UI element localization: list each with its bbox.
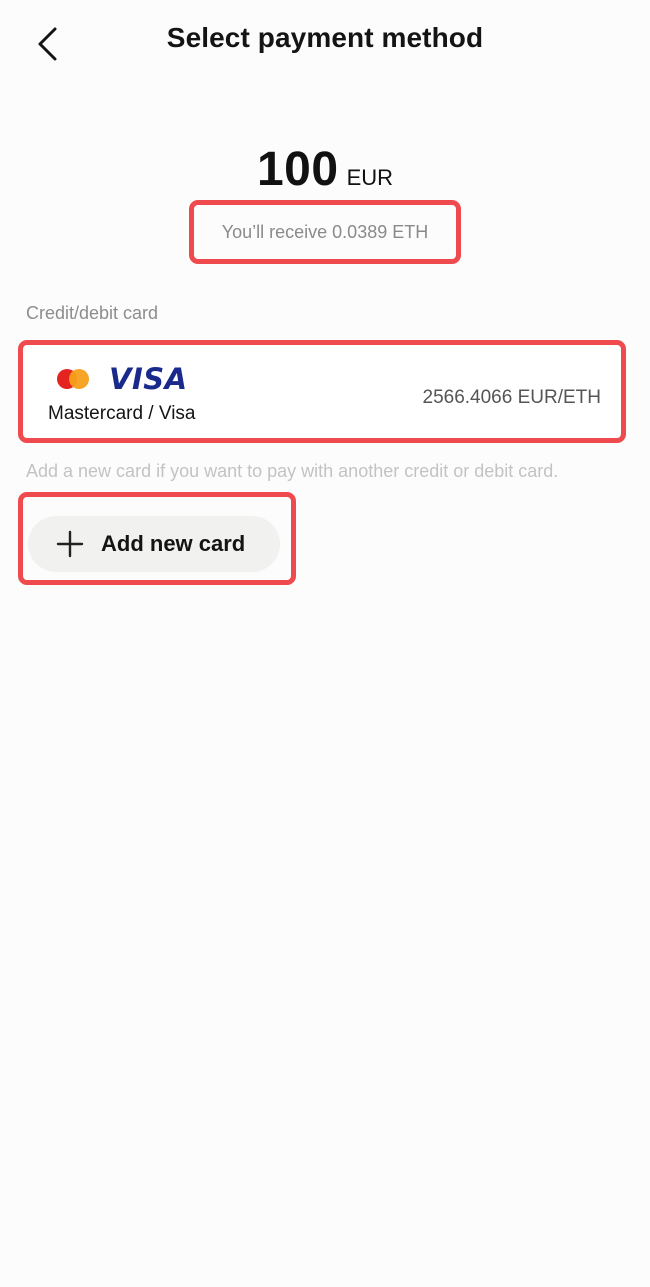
add-new-card-button[interactable]: Add new card [28, 516, 280, 572]
amount-value: 100 [256, 143, 339, 196]
amount-display: 100 EUR [0, 142, 650, 197]
page-title: Select payment method [166, 22, 484, 53]
amount-currency: EUR [346, 165, 394, 190]
header: Select payment method [0, 0, 650, 86]
receive-amount-box: You’ll receive 0.0389 ETH [189, 200, 461, 264]
add-card-highlight: Add new card [18, 492, 296, 585]
mastercard-logo [57, 368, 91, 390]
card-section-label: Credit/debit card [26, 303, 159, 323]
payment-card-option[interactable]: VISA Mastercard / Visa 2566.4066 EUR/ETH [18, 340, 626, 443]
add-new-card-label: Add new card [101, 531, 246, 556]
card-name: Mastercard / Visa [48, 403, 196, 424]
exchange-rate: 2566.4066 EUR/ETH [422, 387, 602, 408]
visa-logo: VISA [109, 362, 188, 396]
plus-icon [55, 529, 85, 559]
card-brand-logos: VISA [57, 362, 188, 396]
add-card-hint: Add a new card if you want to pay with a… [26, 461, 559, 481]
receive-amount-text: You’ll receive 0.0389 ETH [221, 221, 429, 242]
